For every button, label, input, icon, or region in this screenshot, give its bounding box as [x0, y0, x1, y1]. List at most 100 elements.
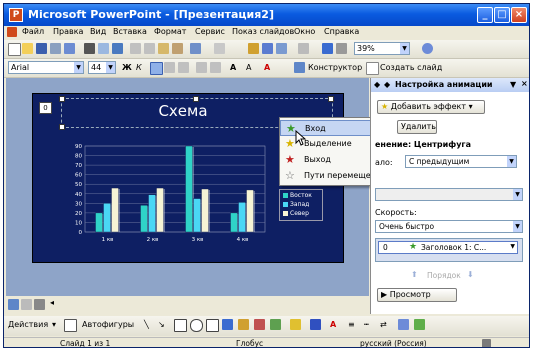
- play-icon: ▶: [381, 290, 388, 299]
- italic-icon[interactable]: К: [136, 63, 142, 72]
- font-select[interactable]: Arial ▼: [8, 61, 84, 74]
- designer-button[interactable]: Конструктор: [308, 63, 362, 72]
- tables-borders-icon[interactable]: [276, 43, 287, 54]
- back-arrow-icon[interactable]: ◆: [374, 80, 380, 89]
- oval-icon[interactable]: [190, 319, 203, 332]
- pane-close-icon[interactable]: ×: [521, 79, 528, 88]
- add-effect-label: Добавить эффект: [390, 102, 467, 111]
- align-right-icon[interactable]: [178, 62, 189, 73]
- start-select[interactable]: С предыдущим ▼: [405, 155, 517, 168]
- paste-icon[interactable]: [158, 43, 169, 54]
- email-icon[interactable]: [64, 43, 75, 54]
- autoshapes-button[interactable]: Автофигуры: [82, 320, 134, 329]
- maximize-button[interactable]: □: [494, 7, 510, 23]
- pane-menu-icon[interactable]: ▼: [510, 80, 516, 89]
- 3d-icon[interactable]: [414, 319, 425, 330]
- grayscale-icon[interactable]: [336, 43, 347, 54]
- arrow-style-icon[interactable]: ⇄: [380, 320, 387, 329]
- insert-table-icon[interactable]: [262, 43, 273, 54]
- speed-select[interactable]: Очень быстро ▼: [375, 220, 523, 233]
- line-icon[interactable]: ╲: [144, 320, 149, 329]
- chevron-down-icon: ▼: [400, 43, 409, 54]
- menu-file[interactable]: Файл: [22, 27, 44, 36]
- font-size-select[interactable]: 44 ▼: [88, 61, 116, 74]
- resize-handle[interactable]: [59, 124, 65, 130]
- delete-button[interactable]: Удалить: [397, 120, 437, 134]
- expand-icon[interactable]: [298, 43, 309, 54]
- bar-3: [111, 187, 119, 233]
- cut-icon[interactable]: [130, 43, 141, 54]
- spelling-icon[interactable]: [112, 43, 123, 54]
- animation-list-item[interactable]: 0 ★ Заголовок 1: С... ▼: [378, 241, 518, 254]
- x-tick-label: 2 кв: [147, 237, 159, 243]
- actions-button[interactable]: Действия: [8, 320, 48, 329]
- print-preview-icon[interactable]: [98, 43, 109, 54]
- font-color-icon[interactable]: A: [330, 320, 336, 329]
- decrease-font-icon[interactable]: A: [246, 63, 251, 72]
- font-color-icon[interactable]: A: [264, 63, 270, 72]
- diagram-icon[interactable]: [238, 319, 249, 330]
- fill-color-icon[interactable]: [290, 319, 301, 330]
- powerpoint-app-icon[interactable]: P: [9, 8, 23, 22]
- show-formatting-icon[interactable]: [322, 43, 333, 54]
- menu-view[interactable]: Вид: [90, 27, 106, 36]
- animation-list[interactable]: 0 ★ Заголовок 1: С... ▼: [375, 238, 523, 262]
- normal-view-icon[interactable]: [8, 299, 19, 310]
- align-center-icon[interactable]: [164, 62, 175, 73]
- zoom-select[interactable]: 39% ▼: [354, 42, 410, 55]
- undo-icon[interactable]: [190, 43, 201, 54]
- minimize-button[interactable]: _: [477, 7, 493, 23]
- arrow-icon[interactable]: ↘: [158, 320, 165, 329]
- scroll-left-icon[interactable]: ◂: [50, 298, 54, 307]
- line-color-icon[interactable]: [310, 319, 321, 330]
- select-pointer-icon[interactable]: [64, 319, 77, 332]
- slide-sorter-icon[interactable]: [21, 299, 32, 310]
- new-slide-button[interactable]: Создать слайд: [380, 63, 442, 72]
- save-icon[interactable]: [36, 43, 47, 54]
- format-painter-icon[interactable]: [172, 43, 183, 54]
- y-tick-label: 50: [75, 182, 82, 188]
- close-button[interactable]: ×: [511, 7, 527, 23]
- slideshow-icon[interactable]: [34, 299, 45, 310]
- open-icon[interactable]: [22, 43, 33, 54]
- document-icon[interactable]: [7, 27, 17, 37]
- dash-style-icon[interactable]: ┅: [364, 320, 369, 329]
- textbox-icon[interactable]: [206, 319, 219, 332]
- insert-chart-icon[interactable]: [248, 43, 259, 54]
- bold-icon[interactable]: Ж: [122, 63, 132, 72]
- picture-icon[interactable]: [270, 319, 281, 330]
- bar-1: [230, 212, 238, 233]
- permission-icon[interactable]: [50, 43, 61, 54]
- menu-insert[interactable]: Вставка: [113, 27, 147, 36]
- print-icon[interactable]: [84, 43, 95, 54]
- clipart-icon[interactable]: [254, 319, 265, 330]
- chevron-down-icon[interactable]: ▼: [510, 243, 515, 250]
- shadow-icon[interactable]: [398, 319, 409, 330]
- forward-arrow-icon[interactable]: ◆: [384, 80, 390, 89]
- wordart-icon[interactable]: [222, 319, 233, 330]
- bar-chart[interactable]: 0 10 20 30 40 50 60 70 80 90 1 кв 2 кв 3 кв 4 кв: [63, 140, 273, 248]
- menu-slideshow[interactable]: Показ слайдов: [232, 27, 294, 36]
- menu-edit[interactable]: Правка: [53, 27, 83, 36]
- preview-button[interactable]: ▶ Просмотр: [377, 288, 457, 302]
- line-style-icon[interactable]: ≡: [348, 320, 355, 329]
- align-left-icon[interactable]: [150, 62, 163, 75]
- copy-icon[interactable]: [144, 43, 155, 54]
- help-icon[interactable]: [422, 43, 433, 54]
- move-up-icon[interactable]: ⬆: [411, 270, 418, 279]
- menu-help[interactable]: Справка: [324, 27, 359, 36]
- numbering-icon[interactable]: [196, 62, 207, 73]
- redo-icon[interactable]: [214, 43, 225, 54]
- menu-format[interactable]: Формат: [154, 27, 186, 36]
- move-down-icon[interactable]: ⬇: [467, 270, 474, 279]
- y-tick-label: 80: [75, 154, 82, 160]
- bullets-icon[interactable]: [210, 62, 221, 73]
- increase-font-icon[interactable]: A: [230, 63, 236, 72]
- menu-tools[interactable]: Сервис: [195, 27, 225, 36]
- bar-3: [246, 189, 254, 233]
- menu-window[interactable]: Окно: [294, 27, 315, 36]
- rectangle-icon[interactable]: [174, 319, 187, 332]
- bar-side: [253, 190, 255, 232]
- add-effect-button[interactable]: ★ Добавить эффект ▾: [377, 100, 485, 114]
- new-icon[interactable]: [8, 43, 21, 56]
